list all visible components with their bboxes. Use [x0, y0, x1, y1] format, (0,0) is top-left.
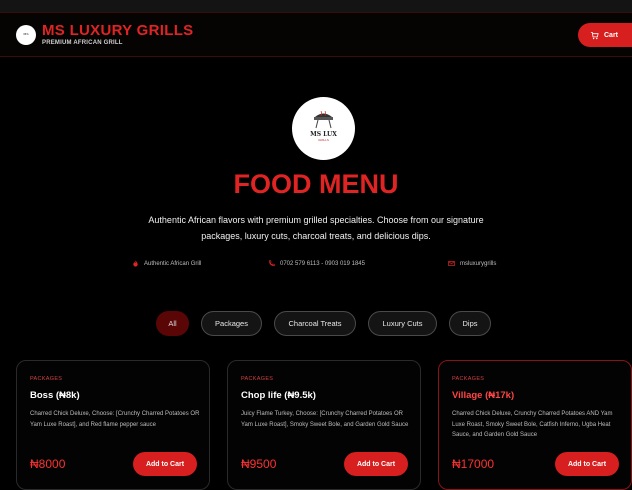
product-price: ₦9500: [241, 457, 277, 471]
site-header: MS MS LUXURY GRILLS PREMIUM AFRICAN GRIL…: [0, 12, 632, 57]
product-description: Juicy Flame Turkey, Choose: [Crunchy Cha…: [241, 411, 409, 428]
add-to-cart-button[interactable]: Add to Cart: [133, 452, 197, 476]
cart-icon: [590, 31, 599, 39]
filter-all[interactable]: All: [156, 311, 189, 336]
mail-icon: [448, 261, 455, 266]
brand-title[interactable]: MS LUXURY GRILLS: [42, 22, 193, 39]
product-name: Village (₦17k): [452, 390, 515, 401]
info-phone-text: 0702 579 6113 - 0903 019 1845: [280, 260, 365, 267]
info-tagline-text: Authentic African Grill: [144, 260, 202, 267]
flame-icon: [133, 260, 138, 267]
product-category: PACKAGES: [241, 376, 274, 382]
product-category: PACKAGES: [30, 376, 63, 382]
menu-description: Authentic African flavors with premium g…: [148, 215, 484, 241]
filter-luxury-cuts[interactable]: Luxury Cuts: [368, 311, 437, 336]
cart-button[interactable]: Cart: [578, 23, 632, 47]
brand-logo[interactable]: MS: [16, 25, 36, 45]
info-tagline: Authentic African Grill: [132, 260, 201, 267]
product-description: Charred Chick Deluxe, Choose: [Crunchy C…: [30, 411, 200, 428]
brand-subtitle: PREMIUM AFRICAN GRILL: [42, 40, 123, 46]
brand-logo-text: MS: [23, 32, 29, 36]
product-card[interactable]: PACKAGES Village (₦17k) Charred Chick De…: [438, 360, 632, 490]
filter-packages[interactable]: Packages: [201, 311, 262, 336]
filter-charcoal-treats[interactable]: Charcoal Treats: [274, 311, 356, 336]
product-card[interactable]: PACKAGES Boss (₦8k) Charred Chick Deluxe…: [16, 360, 210, 490]
info-phone[interactable]: 0702 579 6113 - 0903 019 1845: [268, 260, 365, 267]
filter-dips[interactable]: Dips: [449, 311, 491, 336]
hero-logo-title: MS LUX: [310, 131, 337, 138]
info-email[interactable]: msluxurygrills: [448, 260, 496, 267]
product-card[interactable]: PACKAGES Chop life (₦9.5k) Juicy Flame T…: [227, 360, 421, 490]
product-price: ₦17000: [452, 457, 495, 471]
product-description: Charred Chick Deluxe, Crunchy Charred Po…: [452, 411, 613, 438]
grill-icon: [314, 111, 333, 129]
product-name: Chop life (₦9.5k): [241, 390, 316, 401]
page-title: FOOD MENU: [233, 169, 399, 199]
product-name: Boss (₦8k): [30, 390, 80, 401]
hero-logo-subtitle: GRILLS: [318, 138, 329, 142]
add-to-cart-button[interactable]: Add to Cart: [555, 452, 619, 476]
info-email-text: msluxurygrills: [460, 260, 497, 267]
browser-top-strip: [0, 0, 632, 12]
cart-label: Cart: [604, 31, 619, 39]
product-price: ₦8000: [30, 457, 66, 471]
phone-icon: [268, 260, 275, 267]
add-to-cart-button[interactable]: Add to Cart: [344, 452, 408, 476]
product-category: PACKAGES: [452, 376, 485, 382]
hero-logo: MS LUX GRILLS: [292, 97, 355, 160]
